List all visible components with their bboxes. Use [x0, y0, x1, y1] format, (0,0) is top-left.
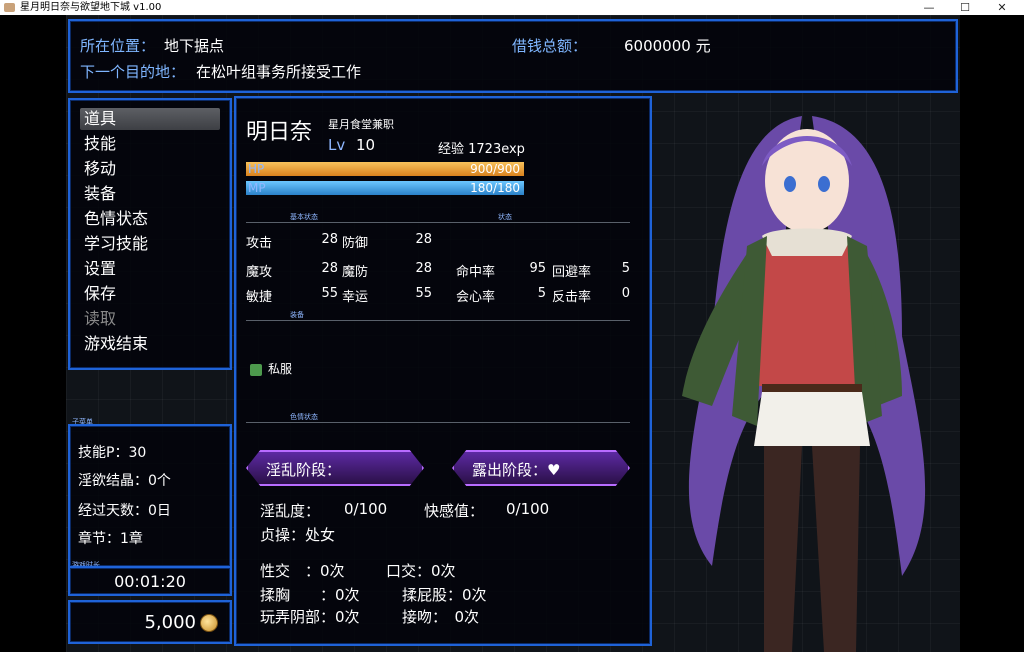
stat-cri-label: 会心率 [456, 290, 496, 305]
skill-points: 技能P：30 [78, 445, 147, 461]
stat-mdf-value: 28 [415, 261, 432, 276]
location-label: 所在位置： [80, 37, 156, 55]
stat-agi-label: 敏捷 [246, 290, 273, 305]
level-value: 10 [356, 136, 376, 154]
main-menu: 道具 技能 移动 装备 色情状态 学习技能 设置 保存 读取 游戏结束 [68, 98, 232, 370]
stat-mat-value: 28 [321, 261, 338, 276]
minimize-button[interactable]: — [912, 0, 946, 15]
debt-label: 借钱总额： [512, 37, 588, 55]
location-panel: 所在位置： 地下据点 下一个目的地： 在松叶组事务所接受工作 借钱总额： 600… [68, 19, 958, 93]
right-eye-shape [818, 176, 830, 192]
pleasure-value: 0/100 [506, 500, 550, 518]
fur-collar-shape [762, 228, 852, 256]
exposure-stage-badge: 露出阶段：♥ [452, 450, 630, 486]
equipment-divider [246, 320, 630, 321]
chastity: 贞操：处女 [260, 526, 336, 544]
menu-item-settings[interactable]: 设置 [80, 258, 220, 280]
stat-def-label: 防御 [342, 236, 369, 251]
menu-item-load: 读取 [84, 309, 117, 328]
window-title: 星月明日奈与欲望地下城 v1.00 [20, 2, 162, 13]
gold-panel: 5,000 [68, 600, 232, 644]
stat-hit-label: 命中率 [456, 265, 496, 280]
playtime-value: 00:01:20 [114, 572, 186, 591]
app-icon [4, 3, 15, 12]
stat-cnt-label: 反击率 [552, 290, 592, 305]
stat-atk-label: 攻击 [246, 236, 273, 251]
game-canvas: 所在位置： 地下据点 下一个目的地： 在松叶组事务所接受工作 借钱总额： 600… [0, 15, 1024, 652]
mp-label: MP [248, 181, 266, 195]
window-titlebar: 星月明日奈与欲望地下城 v1.00 — ☐ ✕ [0, 0, 1024, 15]
lewd-status-tag: 色情状态 [290, 413, 318, 421]
lewdness-label: 淫乱度： [260, 502, 321, 520]
stat-mdf-label: 魔防 [342, 265, 369, 280]
menu-item-move[interactable]: 移动 [80, 158, 220, 180]
menu-item-equip[interactable]: 装备 [80, 183, 220, 205]
stat-agi-value: 55 [321, 286, 338, 301]
mp-bar: MP 180/180 [246, 181, 524, 195]
equipment-tag: 装备 [290, 311, 304, 319]
character-name: 明日奈 [246, 120, 313, 145]
stat-cnt-value: 0 [621, 286, 630, 301]
maximize-button[interactable]: ☐ [948, 0, 982, 15]
stat-eva-label: 回避率 [552, 265, 592, 280]
record-genital: 玩弄阴部：0次 [260, 608, 360, 626]
stat-eva-value: 5 [621, 261, 630, 276]
debt-value: 6000000 元 [624, 37, 711, 55]
mp-value: 180/180 [470, 181, 520, 195]
record-kiss: 接吻： 0次 [402, 608, 480, 626]
equipment-slot[interactable]: 私服 [250, 360, 292, 377]
character-job: 星月食堂兼职 [328, 118, 394, 131]
right-leg-shape [812, 446, 860, 652]
clothing-icon [250, 363, 262, 376]
submenu-panel: 技能P：30 淫欲结晶：0个 经过天数：0日 章节：1章 [68, 424, 232, 568]
stat-luk-value: 55 [415, 286, 432, 301]
hp-bar: HP 900/900 [246, 162, 524, 176]
next-destination-label: 下一个目的地： [80, 63, 186, 81]
stat-atk-value: 28 [321, 232, 338, 247]
close-button[interactable]: ✕ [985, 0, 1019, 15]
record-oral: 口交：0次 [386, 562, 456, 580]
crystal-count: 淫欲结晶：0个 [78, 473, 171, 489]
skirt-shape [754, 392, 870, 446]
state-tag: 状态 [498, 213, 512, 221]
left-eye-shape [784, 176, 796, 192]
experience: 经验 1723exp [438, 142, 525, 157]
status-panel: 明日奈 星月食堂兼职 Lv 10 经验 1723exp HP 900/900 M… [234, 96, 652, 646]
lewd-status-divider [246, 422, 630, 423]
hp-label: HP [248, 162, 265, 176]
next-destination-value: 在松叶组事务所接受工作 [196, 63, 362, 81]
level-label: Lv [328, 136, 346, 154]
menu-item-lewd-status[interactable]: 色情状态 [80, 208, 220, 230]
coin-icon [200, 614, 218, 632]
record-sex: 性交 ：0次 [260, 562, 345, 580]
pleasure-label: 快感值： [424, 502, 485, 520]
basic-status-divider [246, 222, 630, 223]
stat-mat-label: 魔攻 [246, 265, 273, 280]
left-leg-shape [764, 446, 802, 652]
location-value: 地下据点 [164, 37, 225, 55]
hp-value: 900/900 [470, 162, 520, 176]
sweater-shape [752, 236, 862, 386]
elapsed-days: 经过天数：0日 [78, 503, 171, 519]
character-portrait [682, 116, 926, 652]
stat-def-value: 28 [415, 232, 432, 247]
belt-shape [762, 384, 862, 392]
basic-status-tag: 基本状态 [290, 213, 318, 221]
playtime-panel: 00:01:20 [68, 566, 232, 596]
gold-value: 5,000 [144, 612, 196, 633]
stat-cri-value: 5 [537, 286, 546, 301]
menu-item-items[interactable]: 道具 [80, 108, 220, 130]
menu-item-save[interactable]: 保存 [80, 283, 220, 305]
stat-hit-value: 95 [529, 261, 546, 276]
chapter: 章节：1章 [78, 531, 143, 547]
record-butt: 揉屁股：0次 [402, 586, 487, 604]
menu-item-learn-skill[interactable]: 学习技能 [80, 233, 220, 255]
lewdness-value: 0/100 [344, 500, 388, 518]
menu-item-game-end[interactable]: 游戏结束 [80, 333, 220, 355]
equipment-name: 私服 [268, 362, 293, 376]
stat-luk-label: 幸运 [342, 290, 369, 305]
record-breast: 揉胸 ：0次 [260, 586, 360, 604]
menu-item-skills[interactable]: 技能 [80, 133, 220, 155]
lewd-stage-badge: 淫乱阶段： [246, 450, 424, 486]
